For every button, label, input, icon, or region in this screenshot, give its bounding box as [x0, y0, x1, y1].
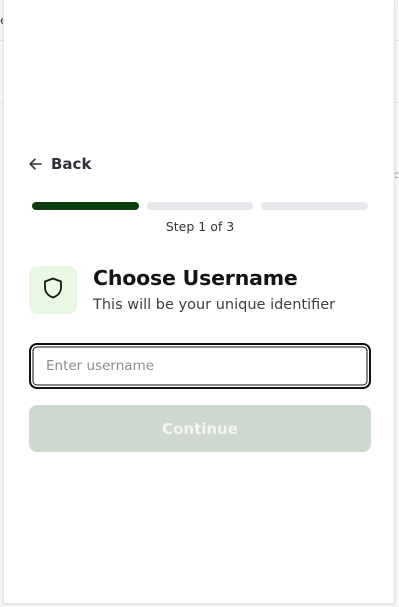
step-progress: [32, 202, 369, 210]
continue-button[interactable]: Continue: [29, 405, 371, 452]
progress-segment-1: [32, 202, 139, 210]
page-subtitle: This will be your unique identifier: [93, 297, 336, 313]
page-title: Choose Username: [93, 266, 298, 290]
arrow-left-icon: [29, 158, 42, 170]
progress-segment-2: [146, 202, 254, 210]
back-label: Back: [51, 155, 92, 173]
shield-icon-tile: [29, 266, 77, 314]
username-input[interactable]: [29, 343, 371, 389]
back-button[interactable]: Back: [29, 155, 91, 173]
shield-icon: [43, 277, 63, 303]
signup-panel: Back Step 1 of 3 Choose Username This wi…: [3, 0, 395, 604]
progress-segment-3: [261, 202, 369, 210]
step-indicator: Step 1 of 3: [165, 219, 235, 234]
